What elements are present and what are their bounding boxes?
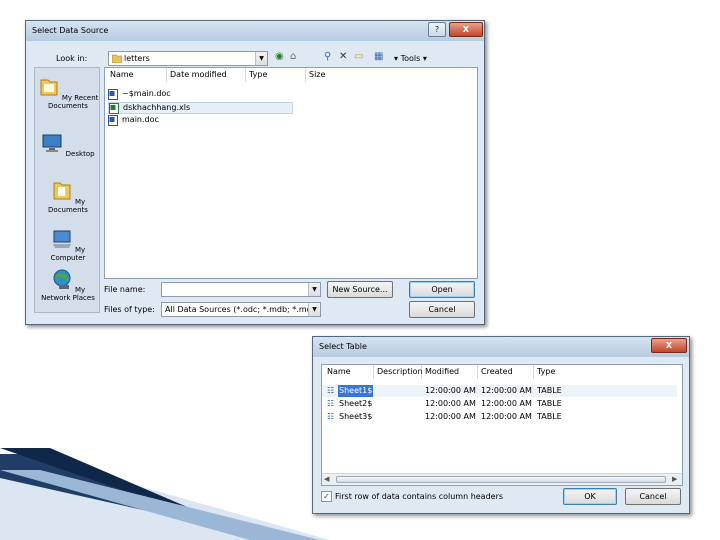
file-name: main.doc: [122, 115, 159, 124]
files-of-type-value: All Data Sources (*.odc; *.mdb; *.mde: [165, 305, 317, 314]
close-button[interactable]: X: [651, 338, 687, 353]
desktop-icon: [42, 134, 62, 152]
file-name-input[interactable]: ▼: [161, 282, 321, 297]
excel-workbook-icon: [109, 103, 119, 114]
horizontal-scrollbar[interactable]: ◀ ▶: [322, 473, 682, 485]
table-modified: 12:00:00 AM: [425, 386, 476, 395]
decorative-arrow-shape: [0, 448, 330, 540]
dialog-title: Select Data Source: [32, 26, 109, 35]
table-row[interactable]: ☷ Sheet2$ 12:00:00 AM 12:00:00 AM TABLE: [322, 398, 677, 410]
file-item[interactable]: main.doc: [108, 115, 288, 127]
table-name: Sheet1$: [338, 385, 374, 397]
cancel-button[interactable]: Cancel: [409, 301, 475, 318]
column-header-name[interactable]: Name: [107, 68, 167, 82]
views-icon[interactable]: ▦: [374, 51, 383, 63]
new-folder-icon[interactable]: ▭: [354, 51, 363, 63]
place-recent-documents[interactable]: My Recent Documents: [36, 76, 100, 110]
place-label: Desktop: [65, 150, 95, 158]
column-header-type[interactable]: Type: [534, 365, 594, 379]
title-bar[interactable]: Select Data Source ? X: [26, 21, 484, 41]
scroll-thumb[interactable]: [336, 476, 666, 483]
table-modified: 12:00:00 AM: [425, 399, 476, 408]
table-icon: ☷: [327, 386, 335, 395]
ok-button[interactable]: OK: [563, 488, 617, 505]
table-row[interactable]: ☷ Sheet3$ 12:00:00 AM 12:00:00 AM TABLE: [322, 411, 677, 423]
delete-icon[interactable]: ✕: [339, 51, 347, 63]
places-bar: My Recent Documents Desktop My Documents…: [34, 67, 100, 313]
scroll-right-icon[interactable]: ▶: [672, 475, 677, 483]
place-desktop[interactable]: Desktop: [36, 132, 100, 158]
table-icon: ☷: [327, 399, 335, 408]
look-in-value: letters: [124, 54, 150, 63]
search-web-icon[interactable]: ⚲: [324, 51, 331, 63]
recent-documents-icon: [40, 79, 58, 96]
column-header-date-modified[interactable]: Date modified: [167, 68, 246, 82]
new-source-button[interactable]: New Source...: [327, 281, 393, 298]
select-table-dialog: Select Table X Name Description Modified…: [312, 336, 690, 514]
back-icon[interactable]: ◉: [275, 51, 284, 63]
dialog-title: Select Table: [319, 342, 367, 351]
files-of-type-dropdown[interactable]: All Data Sources (*.odc; *.mdb; *.mde ▼: [161, 302, 321, 317]
file-name: dskhachhang.xls: [123, 103, 191, 112]
place-network[interactable]: My Network Places: [36, 268, 100, 302]
file-item[interactable]: ~$main.doc: [108, 89, 288, 101]
look-in-dropdown[interactable]: letters ▼: [108, 51, 268, 66]
cancel-button[interactable]: Cancel: [625, 488, 681, 505]
table-type: TABLE: [537, 386, 562, 395]
file-list[interactable]: Name Date modified Type Size ~$main.doc …: [104, 67, 478, 279]
column-header-description[interactable]: Description: [374, 365, 423, 379]
column-header-created[interactable]: Created: [478, 365, 534, 379]
table-created: 12:00:00 AM: [481, 399, 532, 408]
look-in-label: Look in:: [56, 54, 88, 63]
chevron-down-icon[interactable]: ▼: [308, 303, 320, 316]
table-icon: ☷: [327, 412, 335, 421]
close-button[interactable]: X: [449, 22, 483, 37]
title-bar[interactable]: Select Table X: [313, 337, 689, 357]
tools-label: Tools: [400, 54, 421, 63]
file-name: ~$main.doc: [122, 89, 171, 98]
my-documents-icon: [53, 182, 71, 200]
table-type: TABLE: [537, 412, 562, 421]
folder-icon: [112, 54, 122, 63]
my-computer-icon: [52, 230, 71, 248]
word-document-icon: [108, 115, 118, 126]
network-places-icon: [53, 269, 71, 289]
files-of-type-label: Files of type:: [104, 305, 155, 314]
table-row[interactable]: ☷ Sheet1$ 12:00:00 AM 12:00:00 AM TABLE: [322, 385, 677, 397]
table-created: 12:00:00 AM: [481, 412, 532, 421]
open-button[interactable]: Open: [409, 281, 475, 298]
chevron-down-icon[interactable]: ▼: [255, 52, 267, 65]
up-folder-icon[interactable]: ⌂: [290, 51, 296, 63]
place-my-computer[interactable]: My Computer: [36, 228, 100, 262]
file-item-selected[interactable]: dskhachhang.xls: [108, 102, 293, 114]
select-data-source-dialog: Select Data Source ? X Look in: letters …: [25, 20, 485, 325]
table-type: TABLE: [537, 399, 562, 408]
tools-menu[interactable]: ▾ Tools ▾: [394, 54, 427, 63]
first-row-headers-label: First row of data contains column header…: [335, 492, 504, 501]
place-my-documents[interactable]: My Documents: [36, 180, 100, 214]
column-header-type[interactable]: Type: [246, 68, 306, 82]
chevron-down-icon[interactable]: ▼: [308, 283, 320, 296]
file-name-label: File name:: [104, 285, 146, 294]
column-header-name[interactable]: Name: [324, 365, 374, 379]
column-header-size[interactable]: Size: [306, 68, 366, 82]
table-name: Sheet2$: [339, 399, 373, 408]
table-list[interactable]: Name Description Modified Created Type ☷…: [321, 364, 683, 486]
table-name: Sheet3$: [339, 412, 373, 421]
word-document-icon: [108, 89, 118, 100]
table-created: 12:00:00 AM: [481, 386, 532, 395]
table-modified: 12:00:00 AM: [425, 412, 476, 421]
column-header-modified[interactable]: Modified: [422, 365, 478, 379]
help-button[interactable]: ?: [428, 22, 446, 37]
